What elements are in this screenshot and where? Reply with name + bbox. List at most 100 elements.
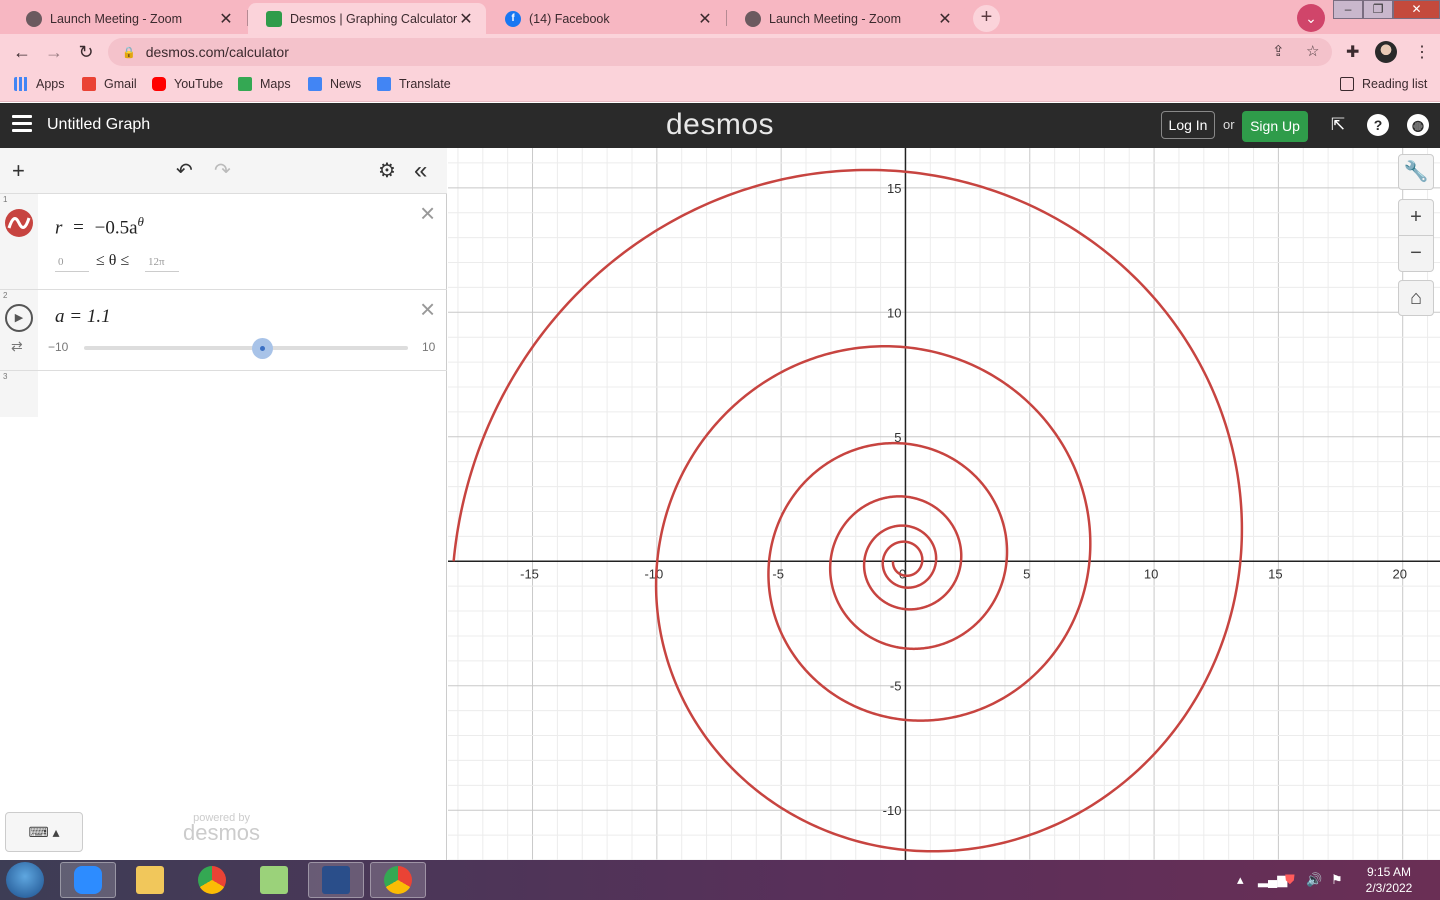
bookmark-youtube[interactable]: YouTube [152,77,223,91]
slider-track[interactable] [84,346,408,350]
powered-by-desmos: powered by desmos [183,812,260,846]
bookmark-star-icon[interactable]: ☆ [1306,42,1319,60]
taskbar-app[interactable] [308,862,364,898]
y-tick-label: 15 [887,181,901,196]
bookmark-gmail[interactable]: Gmail [82,77,137,91]
slider-formula[interactable]: a = 1.1 [55,306,111,328]
chrome-profile-icon [384,866,412,894]
bookmark-label: Translate [399,77,451,91]
spiral-curve [452,168,1244,853]
back-button[interactable]: ← [10,40,34,64]
graph-style-icon[interactable] [4,208,34,238]
slider-min[interactable]: −10 [48,340,68,354]
signup-button[interactable]: Sign Up [1242,111,1308,142]
delete-expression-icon[interactable]: × [420,294,435,325]
bookmark-maps[interactable]: Maps [238,77,291,91]
add-item-icon[interactable]: + [12,158,25,184]
volume-icon[interactable]: 🔊 [1306,872,1322,888]
tab-title: Launch Meeting - Zoom [50,11,183,26]
zoom-out-button[interactable]: − [1398,235,1434,272]
app-icon [322,866,350,894]
restore-button[interactable]: ❐ [1363,0,1394,19]
zoom-in-button[interactable]: + [1398,199,1434,236]
menu-kebab-icon[interactable]: ⋮ [1414,42,1430,62]
x-tick-label: 20 [1392,566,1406,581]
bookmark-label: YouTube [174,77,224,91]
powered-by-logo: desmos [183,820,261,845]
share-icon[interactable]: ⇪ [1272,42,1285,60]
new-tab-button[interactable]: + [973,5,1000,32]
bookmark-translate[interactable]: Translate [377,77,451,91]
forward-button[interactable]: → [42,40,66,64]
facebook-icon: f [505,10,521,27]
x-tick-label: -5 [772,566,784,581]
taskbar-photos[interactable] [246,862,302,898]
security-shield-icon[interactable]: ⛊ [1285,872,1295,888]
extensions-icon[interactable]: ✚ [1346,42,1359,62]
close-tab-icon[interactable]: ✕ [937,9,953,29]
taskbar-chrome-active[interactable] [370,862,426,898]
expression-row-3[interactable]: 3 [0,371,447,417]
apps-grid-icon [14,77,28,91]
tab-zoom-2[interactable]: Launch Meeting - Zoom ✕ [727,3,965,34]
chrome-icon [198,866,226,894]
start-button[interactable] [6,862,44,898]
login-button[interactable]: Log In [1161,111,1215,139]
help-icon[interactable]: ? [1367,114,1389,136]
bookmark-news[interactable]: News [308,77,361,91]
close-window-button[interactable]: ✕ [1393,0,1440,19]
tab-zoom-1[interactable]: Launch Meeting - Zoom ✕ [8,3,246,34]
delete-expression-icon[interactable]: × [420,198,435,229]
play-slider-icon[interactable]: ▶ [5,304,33,332]
tab-facebook[interactable]: f (14) Facebook ✕ [487,3,725,34]
bookmark-apps[interactable]: Apps [14,77,65,91]
minimize-button[interactable]: – [1333,0,1364,19]
x-tick-label: -10 [644,566,663,581]
share-graph-icon[interactable]: ⇱ [1327,114,1349,136]
home-view-icon[interactable]: ⌂ [1398,280,1434,316]
slider-max[interactable]: 10 [422,340,435,354]
tab-search-button[interactable]: ⌄ [1297,4,1325,32]
slider-handle[interactable] [252,338,273,359]
taskbar-zoom[interactable] [60,862,116,898]
close-tab-icon[interactable]: ✕ [458,9,474,29]
keypad-toggle-button[interactable]: ⌨ ▴ [5,812,83,852]
undo-icon[interactable]: ↶ [176,158,193,184]
taskbar-explorer[interactable] [122,862,178,898]
domain-max-input[interactable]: 12π [145,256,179,272]
collapse-panel-icon[interactable]: « [414,158,427,184]
close-tab-icon[interactable]: ✕ [697,9,713,29]
settings-gear-icon[interactable]: ⚙ [378,158,396,184]
tab-title: Launch Meeting - Zoom [769,11,902,26]
graph-settings-wrench-icon[interactable]: 🔧 [1398,154,1434,190]
tray-expand-icon[interactable]: ▴ [1237,872,1244,888]
reading-list-button[interactable]: Reading list [1340,77,1427,91]
expression-row-2[interactable]: 2 ▶ ⇄ a = 1.1 −10 10 × [0,290,447,371]
reload-button[interactable]: ↻ [74,40,98,64]
hamburger-menu-icon[interactable] [12,115,32,133]
window-controls: – ❐ ✕ [1333,0,1440,20]
bookmark-label: News [330,77,362,91]
loop-mode-icon[interactable]: ⇄ [11,338,23,355]
expression-formula[interactable]: r = −0.5aθ [55,214,144,239]
graph-canvas[interactable]: -15 -10 -5 0 5 10 15 20 -10 -5 5 10 15 [448,148,1440,860]
expression-row-1[interactable]: 1 r = −0.5aθ 0 ≤ θ ≤ 12π × [0,194,447,290]
expression-index: 1 [3,195,8,204]
tab-desmos[interactable]: Desmos | Graphing Calculator ✕ [248,3,486,34]
language-globe-icon[interactable]: ◍ [1407,114,1429,136]
taskbar-chrome[interactable] [184,862,240,898]
redo-icon[interactable]: ↷ [214,158,231,184]
address-bar[interactable]: 🔒 desmos.com/calculator ⇪ ☆ [108,38,1332,66]
action-center-flag-icon[interactable]: ⚑ [1331,872,1343,888]
domain-min-input[interactable]: 0 [55,256,89,272]
taskbar-clock[interactable]: 9:15 AM 2/3/2022 [1358,864,1420,896]
close-tab-icon[interactable]: ✕ [218,9,234,29]
desmos-logo: desmos [666,108,775,141]
tab-title: (14) Facebook [529,11,610,26]
y-tick-label: -5 [890,679,902,694]
network-icon[interactable]: ▂▄▆ [1258,872,1287,888]
profile-avatar[interactable] [1375,41,1397,63]
graph-title[interactable]: Untitled Graph [47,116,150,134]
graph-svg[interactable]: -15 -10 -5 0 5 10 15 20-10-551015 [448,148,1440,860]
translate-icon [377,77,391,91]
